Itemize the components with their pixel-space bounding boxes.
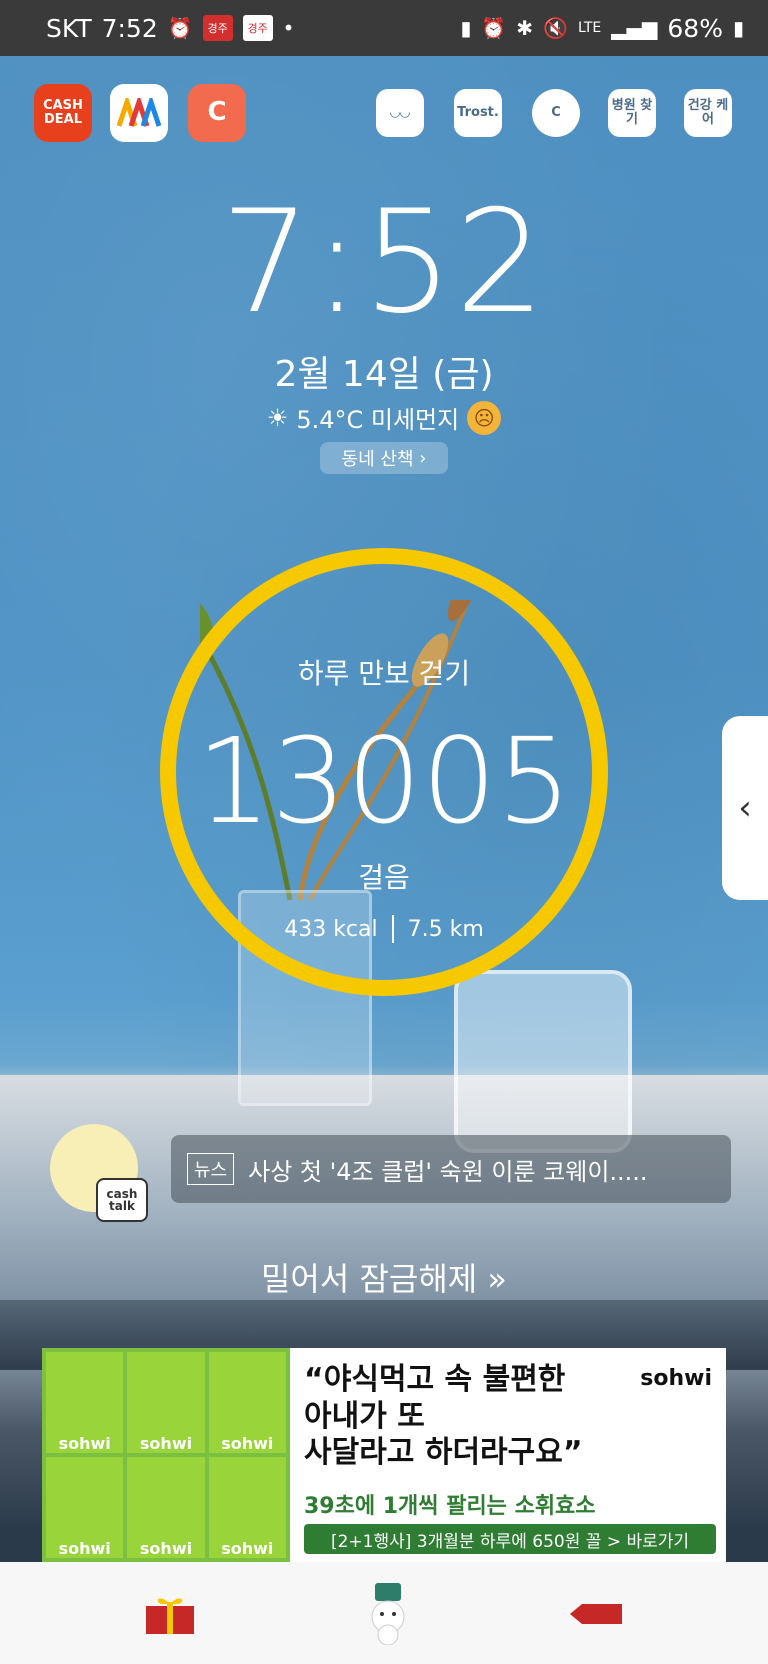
walk-button[interactable]: 동네 산책 ›	[320, 442, 448, 474]
hospital-label: 병원 찾기	[611, 97, 653, 127]
distance-value: 7.5 km	[407, 916, 484, 942]
sleep-face-icon: ◡◡	[390, 104, 410, 120]
snowman-icon	[371, 1583, 405, 1645]
battery-saver-icon: ▮	[460, 16, 472, 40]
carrier-label: SKT	[46, 13, 92, 43]
ad-headline: “야식먹고 속 불편한 아내가 또 사달라고 하더라구요”	[304, 1362, 583, 1472]
signal-icon: ▂▄▆	[611, 16, 658, 40]
news-app-icon-2: 경주	[242, 15, 273, 41]
weather-row: ☀ 5.4°C 미세먼지 ☹	[0, 400, 768, 435]
rainbow-m-icon	[117, 98, 161, 127]
steps-unit: 걸음	[358, 861, 410, 894]
cashwalk-app-icon[interactable]: C	[188, 84, 246, 142]
mute-icon: 🔇	[543, 16, 568, 40]
news-ticker[interactable]: 뉴스 사상 첫 '4조 클럽' 숙원 이룬 코웨이.....	[171, 1135, 731, 1203]
ad-product-image: sohwi sohwi sohwi sohwi sohwi sohwi	[42, 1348, 290, 1562]
ad-line-2: 아내가 또	[304, 1398, 425, 1434]
ad-cta-button[interactable]: [2+1행사] 3개월분 하루에 650원 꼴 > 바로가기	[304, 1524, 716, 1554]
trost-label: Trost.	[457, 104, 499, 120]
ad-banner[interactable]: sohwi sohwi sohwi sohwi sohwi sohwi “야식먹…	[42, 1348, 726, 1562]
c-label: C	[551, 104, 561, 120]
snowman-button[interactable]	[358, 1583, 418, 1645]
product-box: sohwi	[127, 1457, 205, 1558]
cashdeal-app-icon[interactable]: CASH DEAL	[34, 84, 92, 142]
ad-brand: sohwi	[640, 1366, 712, 1391]
product-box: sohwi	[208, 1457, 286, 1558]
lock-date: 2월 14일 (금)	[274, 354, 494, 395]
news-app-icon: 경주	[202, 15, 233, 41]
unlock-label: 밀어서 잠금해제	[260, 1260, 478, 1298]
bottom-bar	[0, 1562, 768, 1664]
ad-line-1: “야식먹고 속 불편한	[304, 1362, 566, 1397]
double-chevron-icon: »	[487, 1260, 507, 1298]
status-time: 7:52	[101, 13, 158, 43]
sleep-app-icon[interactable]: ◡◡	[376, 89, 424, 137]
healthcare-label: 건강 케어	[687, 97, 729, 127]
ad-line-3: 사달라고 하더라구요”	[304, 1435, 583, 1471]
side-panel-handle[interactable]: ‹	[722, 716, 768, 900]
back-arrow-button[interactable]	[566, 1584, 626, 1644]
shortcut-row: CASH DEAL C ◡◡ Trost. C 병원 찾기 건강 케어	[0, 84, 768, 144]
alarm-icon: ⏰	[167, 16, 193, 40]
weather-text: 5.4°C 미세먼지	[296, 406, 460, 434]
m-app-icon[interactable]	[110, 84, 168, 142]
c-app-icon[interactable]: C	[532, 89, 580, 137]
cashwalk-label: C	[207, 97, 227, 128]
chevron-left-icon: ‹	[738, 788, 752, 828]
red-arrow-icon	[570, 1604, 622, 1624]
healthcare-app-icon[interactable]: 건강 케어	[684, 89, 732, 137]
product-box: sohwi	[46, 1457, 124, 1558]
steps-meta: 433 kcal 7.5 km	[0, 915, 768, 943]
product-box: sohwi	[46, 1352, 124, 1453]
swipe-unlock[interactable]: 밀어서 잠금해제 »	[0, 1254, 768, 1300]
walk-label: 동네 산책	[341, 449, 414, 470]
lte-label: LTE	[577, 20, 602, 36]
ad-subtitle: 39초에 1개씩 팔리는 소휘효소	[304, 1494, 596, 1519]
meta-divider	[391, 915, 394, 943]
hospital-app-icon[interactable]: 병원 찾기	[608, 89, 656, 137]
glass-jar	[454, 970, 632, 1153]
dust-face-icon: ☹	[467, 400, 502, 435]
product-box: sohwi	[127, 1352, 205, 1453]
status-bar: SKT 7:52 ⏰ 경주 경주 • ▮ ⏰ ✱ 🔇 LTE ▂▄▆ 68% ▮	[0, 0, 768, 56]
gift-button[interactable]	[140, 1584, 200, 1644]
news-headline: 사상 첫 '4조 클럽' 숙원 이룬 코웨이.....	[248, 1157, 648, 1186]
product-box: sohwi	[208, 1352, 286, 1453]
battery-percent: 68%	[667, 13, 723, 43]
gift-icon	[146, 1598, 194, 1634]
alarm-icon-2: ⏰	[481, 16, 507, 40]
chevron-right-icon: ›	[419, 447, 427, 469]
bluetooth-icon: ✱	[516, 16, 534, 40]
trost-app-icon[interactable]: Trost.	[454, 89, 502, 137]
kcal-value: 433 kcal	[284, 916, 378, 942]
news-tag: 뉴스	[187, 1153, 235, 1185]
lock-clock: 7:52	[220, 180, 548, 345]
cashdeal-label: CASH DEAL	[43, 98, 83, 127]
battery-icon: ▮	[732, 16, 744, 40]
sun-icon: ☀	[266, 403, 289, 432]
dot-icon: •	[282, 16, 295, 40]
cashtalk-badge: cash talk	[96, 1178, 148, 1222]
steps-count: 13005	[196, 712, 572, 850]
steps-title: 하루 만보 걷기	[297, 657, 471, 690]
